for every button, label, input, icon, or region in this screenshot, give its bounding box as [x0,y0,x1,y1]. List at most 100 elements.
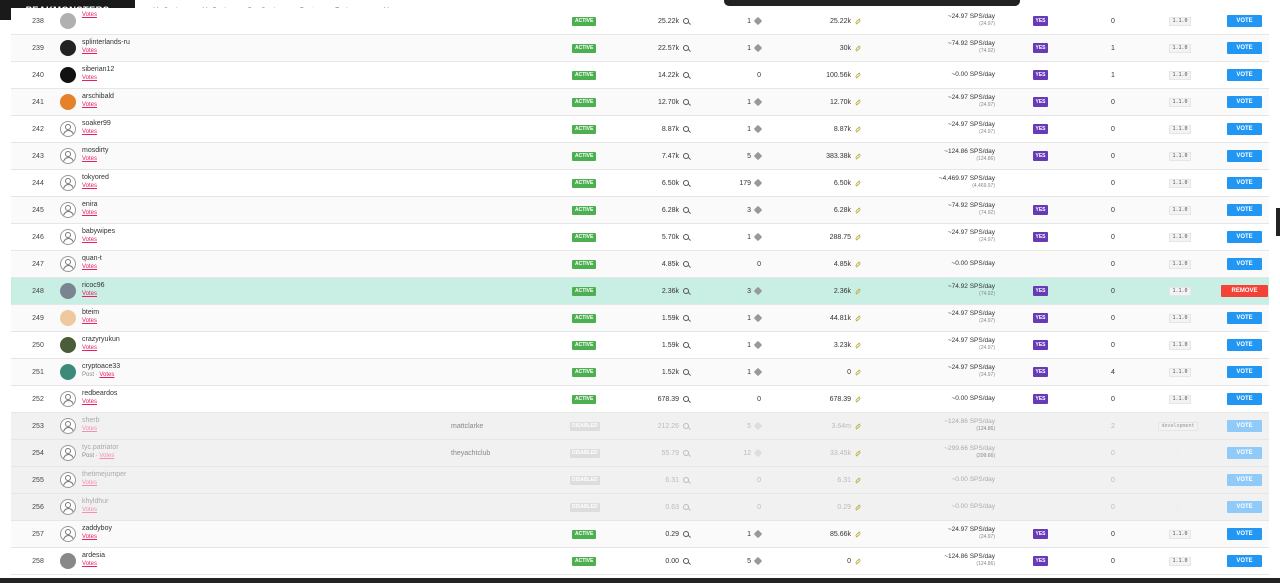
username-link[interactable]: zaddyboy [82,524,112,533]
votes-link[interactable]: Votes [82,183,97,189]
avatar[interactable] [60,94,76,110]
votes-link[interactable]: Votes [82,12,97,18]
avatar[interactable] [60,283,76,299]
search-icon[interactable] [683,180,689,186]
votes-link[interactable]: Votes [82,291,97,297]
votes-link[interactable]: Votes [82,507,97,513]
username-link[interactable]: mosdirty [82,146,108,155]
search-icon[interactable] [683,315,689,321]
username-link[interactable]: siberian12 [82,65,114,74]
votes-link[interactable]: Votes [99,453,114,459]
search-icon[interactable] [683,531,689,537]
vote-button[interactable]: VOTE [1227,150,1262,162]
vote-button[interactable]: VOTE [1227,96,1262,108]
vote-button[interactable]: VOTE [1227,69,1262,81]
username-link[interactable]: sherb [82,416,100,425]
search-icon[interactable] [683,45,689,51]
votes-link[interactable]: Votes [82,480,97,486]
search-icon[interactable] [683,18,689,24]
avatar[interactable] [60,553,76,569]
vote-button[interactable]: VOTE [1227,501,1262,513]
search-icon[interactable] [683,72,689,78]
username-link[interactable]: arschibald [82,92,114,101]
vote-button[interactable]: VOTE [1227,231,1262,243]
username-link[interactable]: enira [82,200,98,209]
avatar[interactable] [60,121,76,137]
search-icon[interactable] [683,450,689,456]
remove-button[interactable]: REMOVE [1221,285,1268,297]
votes-link[interactable]: Votes [82,534,97,540]
post-link[interactable]: Post · [82,453,99,459]
avatar[interactable] [60,229,76,245]
username-link[interactable]: crazyryukun [82,335,120,344]
vote-button[interactable]: VOTE [1227,177,1262,189]
votes-link[interactable]: Votes [82,237,97,243]
avatar[interactable] [60,526,76,542]
vote-button[interactable]: VOTE [1227,312,1262,324]
username-link[interactable]: ricoc96 [82,281,105,290]
votes-link[interactable]: Votes [99,372,114,378]
vote-button[interactable]: VOTE [1227,393,1262,405]
search-icon[interactable] [683,207,689,213]
avatar[interactable] [60,472,76,488]
votes-link[interactable]: Votes [82,264,97,270]
vote-button[interactable]: VOTE [1227,528,1262,540]
username-link[interactable]: thetimejumper [82,470,126,479]
search-icon[interactable] [683,99,689,105]
search-icon[interactable] [683,396,689,402]
vote-button[interactable]: VOTE [1227,123,1262,135]
username-link[interactable]: khyldhur [82,497,108,506]
vote-button[interactable]: VOTE [1227,204,1262,216]
votes-link[interactable]: Votes [82,75,97,81]
vote-button[interactable]: VOTE [1227,447,1262,459]
votes-link[interactable]: Votes [82,426,97,432]
search-icon[interactable] [683,234,689,240]
votes-link[interactable]: Votes [82,129,97,135]
search-icon[interactable] [683,153,689,159]
search-icon[interactable] [683,369,689,375]
username-link[interactable]: tokyored [82,173,109,182]
username-link[interactable]: splinterlands-ru [82,38,130,47]
votes-link[interactable]: Votes [82,48,97,54]
votes-link[interactable]: Votes [82,210,97,216]
username-link[interactable]: redbeardos [82,389,117,398]
search-icon[interactable] [683,558,689,564]
avatar[interactable] [60,202,76,218]
post-link[interactable]: Post · [82,372,99,378]
username-link[interactable]: bteim [82,308,99,317]
avatar[interactable] [60,418,76,434]
search-icon[interactable] [683,423,689,429]
avatar[interactable] [60,67,76,83]
vote-button[interactable]: VOTE [1227,420,1262,432]
avatar[interactable] [60,337,76,353]
username-link[interactable]: ardesia [82,551,105,560]
votes-link[interactable]: Votes [82,399,97,405]
username-link[interactable]: tyc.patriator [82,443,119,452]
avatar[interactable] [60,445,76,461]
votes-link[interactable]: Votes [82,345,97,351]
username-link[interactable]: babywipes [82,227,115,236]
vote-button[interactable]: VOTE [1227,339,1262,351]
vote-button[interactable]: VOTE [1227,15,1262,27]
avatar[interactable] [60,499,76,515]
scrollbar-thumb[interactable] [1276,208,1280,236]
avatar[interactable] [60,148,76,164]
avatar[interactable] [60,175,76,191]
avatar[interactable] [60,13,76,29]
owner-name[interactable]: theyachtclub [451,440,490,466]
vote-button[interactable]: VOTE [1227,555,1262,567]
search-icon[interactable] [683,504,689,510]
vote-button[interactable]: VOTE [1227,258,1262,270]
username-link[interactable]: cryptoace33 [82,362,120,371]
search-icon[interactable] [683,477,689,483]
vote-button[interactable]: VOTE [1227,42,1262,54]
votes-link[interactable]: Votes [82,318,97,324]
owner-name[interactable]: mattclarke [451,413,483,439]
votes-link[interactable]: Votes [82,102,97,108]
username-link[interactable]: soaker99 [82,119,111,128]
search-icon[interactable] [683,288,689,294]
votes-link[interactable]: Votes [82,156,97,162]
vote-button[interactable]: VOTE [1227,366,1262,378]
search-icon[interactable] [683,342,689,348]
avatar[interactable] [60,364,76,380]
